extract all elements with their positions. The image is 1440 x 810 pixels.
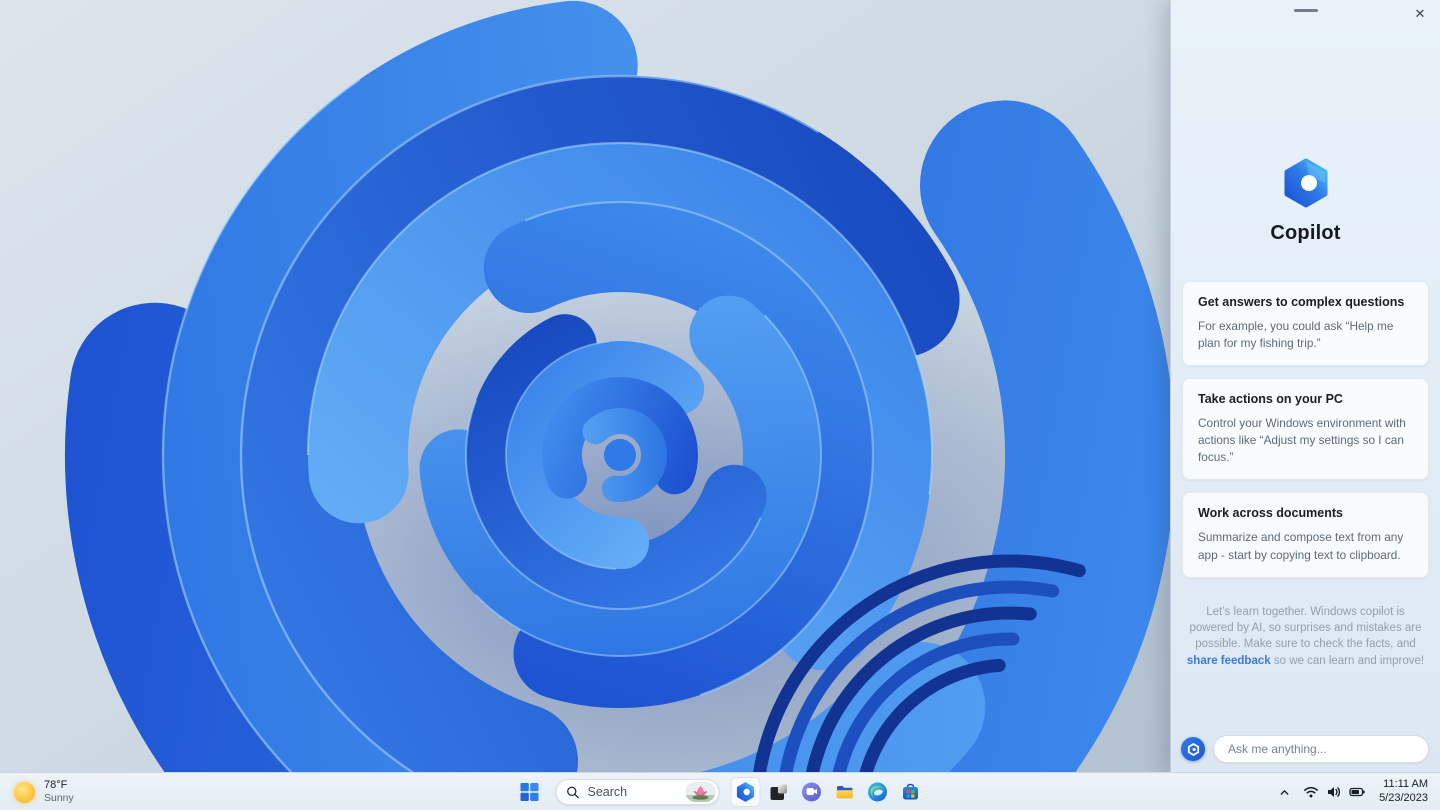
- edge-button[interactable]: [863, 777, 893, 807]
- suggestion-card-work-across-documents[interactable]: Work across documents Summarize and comp…: [1182, 492, 1429, 578]
- sun-icon: [14, 781, 35, 803]
- chat-button[interactable]: [797, 777, 827, 807]
- battery-icon: [1349, 787, 1365, 797]
- desktop[interactable]: [0, 0, 1170, 772]
- start-button[interactable]: [515, 777, 545, 807]
- edge-icon: [868, 782, 887, 802]
- panel-drag-handle[interactable]: [1293, 9, 1318, 12]
- search-highlight-image: [685, 782, 716, 802]
- wallpaper-bloom-image: [0, 0, 1170, 772]
- clock-time: 11:11 AM: [1383, 778, 1428, 791]
- taskbar-copilot-button[interactable]: [730, 777, 761, 807]
- store-button[interactable]: [896, 777, 926, 807]
- close-icon[interactable]: ✕: [1408, 2, 1432, 26]
- weather-widget[interactable]: 78°F Sunny: [4, 773, 84, 810]
- taskbar-center-cluster: Search: [515, 773, 926, 810]
- volume-icon: [1328, 787, 1341, 797]
- share-feedback-link[interactable]: share feedback: [1187, 655, 1271, 667]
- ask-me-anything-input[interactable]: [1213, 735, 1429, 763]
- screen: ✕ Copilot Get answers to complex questio…: [0, 0, 1440, 810]
- copilot-icon: [736, 782, 755, 802]
- clock[interactable]: 11:11 AM 5/23/2023: [1373, 778, 1436, 806]
- chat-icon: [802, 782, 821, 802]
- chevron-up-icon: [1280, 789, 1289, 795]
- search-icon: [567, 786, 579, 798]
- taskbar: 78°F Sunny Search 11:11 AM 5/23/2023: [0, 772, 1440, 810]
- windows-logo-icon: [520, 783, 539, 801]
- search-box[interactable]: Search: [555, 779, 720, 805]
- copilot-panel: ✕ Copilot Get answers to complex questio…: [1170, 0, 1440, 772]
- copilot-avatar-icon: [1181, 737, 1205, 761]
- card-body: Control your Windows environment with ac…: [1198, 416, 1406, 465]
- hidden-icons-button[interactable]: [1273, 777, 1296, 807]
- suggestion-cards: Get answers to complex questions For exa…: [1182, 281, 1429, 578]
- quick-settings-button[interactable]: [1298, 777, 1371, 807]
- weather-temperature: 78°F: [44, 779, 68, 792]
- file-explorer-icon: [836, 786, 853, 799]
- disclaimer-text: so we can learn and improve!: [1273, 654, 1425, 667]
- chat-input-row: [1181, 735, 1429, 763]
- task-view-button[interactable]: [764, 777, 794, 807]
- file-explorer-button[interactable]: [830, 777, 860, 807]
- search-label: Search: [587, 785, 628, 799]
- panel-title: Copilot: [1270, 222, 1341, 244]
- suggestion-card-complex-questions[interactable]: Get answers to complex questions For exa…: [1182, 281, 1429, 367]
- disclaimer-text: Let’s learn together. Windows copilot is…: [1189, 605, 1422, 651]
- card-title: Work across documents: [1198, 506, 1343, 521]
- card-body: For example, you could ask “Help me plan…: [1198, 319, 1394, 351]
- card-title: Take actions on your PC: [1198, 392, 1343, 407]
- store-icon: [903, 783, 918, 800]
- wifi-icon: [1304, 786, 1319, 798]
- clock-date: 5/23/2023: [1379, 792, 1428, 804]
- copilot-logo-icon: [1284, 158, 1327, 208]
- task-view-icon: [770, 784, 787, 800]
- weather-condition: Sunny: [44, 792, 74, 805]
- system-tray: 11:11 AM 5/23/2023: [1273, 773, 1436, 810]
- ai-disclaimer: Let’s learn together. Windows copilot is…: [1185, 604, 1426, 669]
- card-title: Get answers to complex questions: [1198, 295, 1405, 309]
- card-body: Summarize and compose text from any app …: [1198, 530, 1404, 562]
- suggestion-card-take-actions[interactable]: Take actions on your PC Control your Win…: [1182, 378, 1429, 481]
